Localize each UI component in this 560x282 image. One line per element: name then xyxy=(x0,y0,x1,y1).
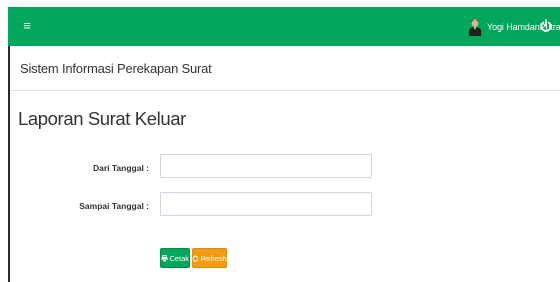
to-date-label: Sampai Tanggal : xyxy=(79,201,149,211)
print-button-label: Cetak xyxy=(169,253,190,263)
from-date-input[interactable] xyxy=(160,154,372,178)
app-header: Sistem Informasi Perekapan Surat xyxy=(10,46,560,91)
main-content: Laporan Surat Keluar Dari Tanggal : Samp… xyxy=(10,91,560,282)
from-date-label: Dari Tanggal : xyxy=(92,163,149,173)
top-navbar: ≡ Yogi HamdanPutra xyxy=(8,7,560,46)
refresh-button[interactable]: Refresh xyxy=(192,248,227,268)
to-date-input[interactable] xyxy=(160,192,372,216)
refresh-icon xyxy=(192,255,199,262)
power-icon[interactable] xyxy=(540,19,552,33)
hamburger-icon[interactable]: ≡ xyxy=(21,18,33,34)
refresh-button-label: Refresh xyxy=(200,253,227,263)
print-button[interactable]: Cetak xyxy=(160,248,190,268)
user-avatar xyxy=(469,18,481,36)
printer-icon xyxy=(161,254,168,262)
app-title: Sistem Informasi Perekapan Surat xyxy=(20,61,212,76)
page-title: Laporan Surat Keluar xyxy=(18,108,186,129)
